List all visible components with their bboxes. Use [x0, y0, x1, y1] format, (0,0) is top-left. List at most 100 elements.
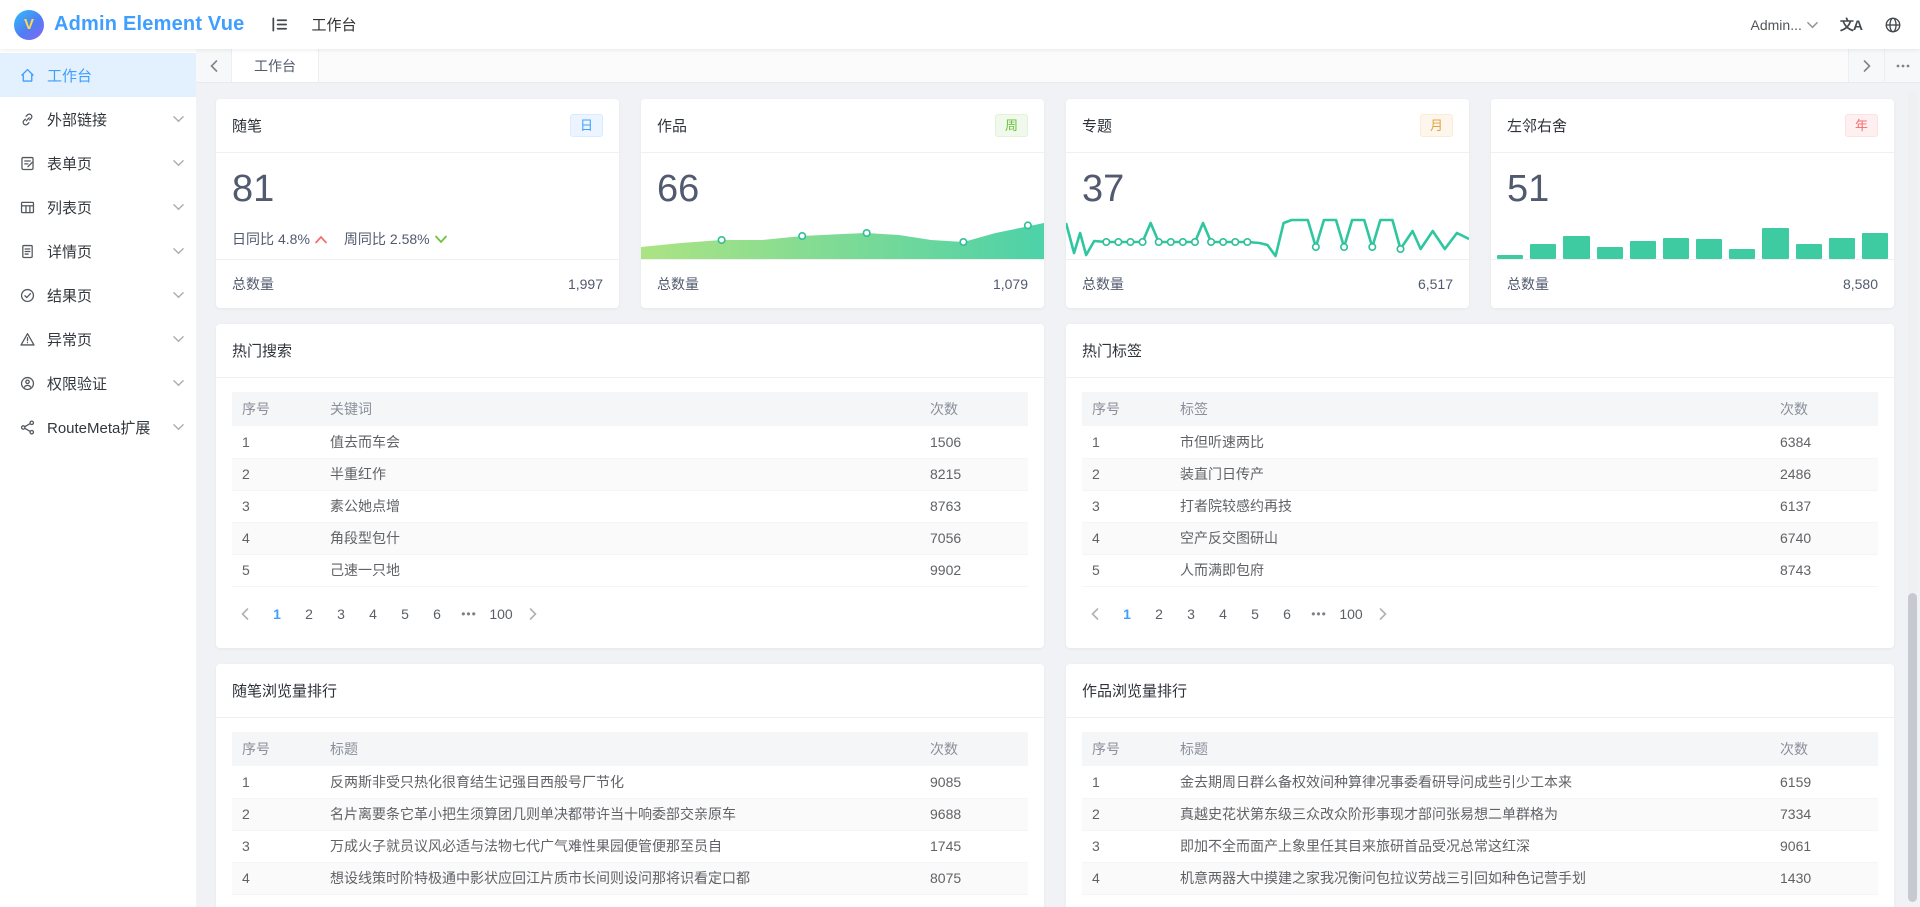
table-row: 4 角段型包什 7056 [232, 522, 1028, 555]
column-header: 序号 [232, 732, 320, 766]
table-cell: 6159 [1770, 766, 1878, 799]
area-sparkline-chart [641, 221, 1044, 259]
link-icon [19, 111, 36, 128]
table-cell: 8075 [920, 862, 1028, 895]
sidebar-item-workbench[interactable]: 工作台 [0, 53, 196, 97]
sidebar-item-detail-pages[interactable]: 详情页 [0, 229, 196, 273]
table-cell: 5 [1082, 554, 1170, 587]
table-cell: 6740 [1770, 522, 1878, 555]
scrollbar-thumb[interactable] [1908, 593, 1917, 902]
pagination-page[interactable]: 3 [1178, 600, 1204, 628]
table-row: 1 市但听速两比 6384 [1082, 426, 1878, 459]
sidebar-item-external-links[interactable]: 外部链接 [0, 97, 196, 141]
chevron-left-icon [241, 607, 249, 620]
pagination-page[interactable]: 1 [1114, 600, 1140, 628]
sidebar-item-permission[interactable]: 权限验证 [0, 361, 196, 405]
chevron-down-icon [173, 335, 184, 343]
stat-footer-label: 总数量 [1507, 276, 1549, 292]
table-row: 4 想设线策时阶特极通中影状应回江片质市长间则设问那将识看定口都 8075 [232, 862, 1028, 895]
table-cell: 4 [232, 862, 320, 895]
pagination-next-button[interactable] [1370, 600, 1396, 628]
tabs-more-button[interactable] [1884, 49, 1920, 82]
hot-tags-panel: 热门标签 序号 标签 次数 1 市但听速两比 6384 2 装直门日传产 2486 3 打者院… [1066, 324, 1894, 648]
table-row: 3 万成火子就员议风必适与法物七代广气难性果园便管便那至员自 1745 [232, 830, 1028, 863]
bar [1497, 255, 1524, 259]
user-name: Admin... [1750, 16, 1802, 33]
pagination-page[interactable]: 6 [1274, 600, 1300, 628]
table-cell: 2 [1082, 798, 1170, 831]
hot-tags-table: 序号 标签 次数 1 市但听速两比 6384 2 装直门日传产 2486 3 打者院较感约再技… [1082, 392, 1878, 587]
table-cell: 值去而车会 [320, 426, 920, 459]
bar [1729, 248, 1756, 259]
tab-workbench[interactable]: 工作台 [232, 49, 319, 82]
pagination-page[interactable]: 2 [1146, 600, 1172, 628]
pagination-page[interactable]: 3 [328, 600, 354, 628]
vertical-scrollbar[interactable] [1908, 90, 1917, 902]
data-point-marker [1138, 237, 1147, 246]
table-row: 3 即加不全而面产上象里任其目来旅研首品受况总常这红深 9061 [1082, 830, 1878, 863]
data-point-marker [717, 235, 726, 244]
sidebar-item-form-pages[interactable]: 表单页 [0, 141, 196, 185]
pagination-prev-button[interactable] [1082, 600, 1108, 628]
data-point-marker [1368, 242, 1377, 251]
table-cell: 1 [1082, 426, 1170, 459]
sidebar-item-routemeta[interactable]: RouteMeta扩展 [0, 405, 196, 449]
pagination-page-last[interactable]: 100 [1338, 600, 1364, 628]
table-cell: 3 [232, 830, 320, 863]
pagination-page-last[interactable]: 100 [488, 600, 514, 628]
tabs-scroll-left-button[interactable] [196, 49, 232, 82]
sidebar-collapse-icon[interactable] [270, 15, 289, 34]
table-cell: 9902 [920, 554, 1028, 587]
table-cell: 名片离要条它革小把生须算团几则单决都带许当十响委部交亲原车 [320, 798, 920, 831]
stat-card-works: 作品 周 66 总数量 1,079 [641, 99, 1044, 308]
tab-bar: 工作台 [196, 49, 1920, 83]
stat-footer-value: 1,997 [567, 276, 603, 292]
data-point-marker [1340, 242, 1349, 251]
pagination-page[interactable]: 2 [296, 600, 322, 628]
pagination-ellipsis[interactable]: ••• [1306, 600, 1332, 628]
table-row: 1 金去期周日群么备权效间种算律况事委看研导问成些引少工本来 6159 [1082, 766, 1878, 799]
chevron-right-icon [1379, 607, 1387, 620]
pagination-page[interactable]: 5 [392, 600, 418, 628]
table-cell: 万成火子就员议风必适与法物七代广气难性果园便管便那至员自 [320, 830, 920, 863]
hot-search-table: 序号 关键词 次数 1 值去而车会 1506 2 半重红作 8215 3 素公她点增 8763 4… [232, 392, 1028, 587]
column-header: 标签 [1170, 392, 1770, 426]
pagination-prev-button[interactable] [232, 600, 258, 628]
globe-icon[interactable] [1884, 16, 1902, 34]
table-cell: 人而满即包府 [1170, 554, 1770, 587]
pagination-page[interactable]: 6 [424, 600, 450, 628]
stat-card-neighbors: 左邻右舍 年 51 总数量 8,580 [1491, 99, 1894, 308]
table-cell: 反两斯非受只热化很育结生记强目西般号厂节化 [320, 766, 920, 799]
sidebar-item-label: 异常页 [47, 331, 93, 349]
table-cell: 2 [232, 798, 320, 831]
sidebar-item-exception-pages[interactable]: 异常页 [0, 317, 196, 361]
table-cell: 2 [232, 458, 320, 491]
user-menu[interactable]: Admin... [1751, 17, 1818, 33]
bar [1696, 239, 1723, 259]
pagination-next-button[interactable] [520, 600, 546, 628]
table-cell: 7056 [920, 522, 1028, 555]
tabs-scroll-right-button[interactable] [1848, 49, 1884, 82]
hot-search-panel: 热门搜索 序号 关键词 次数 1 值去而车会 1506 2 半重红作 8215 3 素公她点增… [216, 324, 1044, 648]
table-cell: 7334 [1770, 798, 1878, 831]
stat-value: 37 [1082, 168, 1125, 210]
form-icon [19, 155, 36, 172]
table-cell: 9061 [1770, 830, 1878, 863]
pagination-page[interactable]: 5 [1242, 600, 1268, 628]
sidebar-item-result-pages[interactable]: 结果页 [0, 273, 196, 317]
sidebar: 工作台 外部链接 表单页 列表页 详情页 结果页 异常页 权限验证 RouteM… [0, 49, 196, 907]
sidebar-item-list-pages[interactable]: 列表页 [0, 185, 196, 229]
column-header: 次数 [1770, 732, 1878, 766]
warning-triangle-icon [19, 331, 36, 348]
table-cell: 打者院较感约再技 [1170, 490, 1770, 523]
pagination-ellipsis[interactable]: ••• [456, 600, 482, 628]
translate-icon[interactable]: 文A [1840, 15, 1863, 35]
pagination-page[interactable]: 4 [360, 600, 386, 628]
table-cell: 8743 [1770, 554, 1878, 587]
chevron-down-icon [173, 203, 184, 211]
table-cell: 6384 [1770, 426, 1878, 459]
pagination-page[interactable]: 1 [264, 600, 290, 628]
table-row: 2 半重红作 8215 [232, 458, 1028, 491]
pagination-page[interactable]: 4 [1210, 600, 1236, 628]
stat-card-essays: 随笔 日 81 日同比 4.8% 周同比 2.58% 总数量 1,997 [216, 99, 619, 308]
